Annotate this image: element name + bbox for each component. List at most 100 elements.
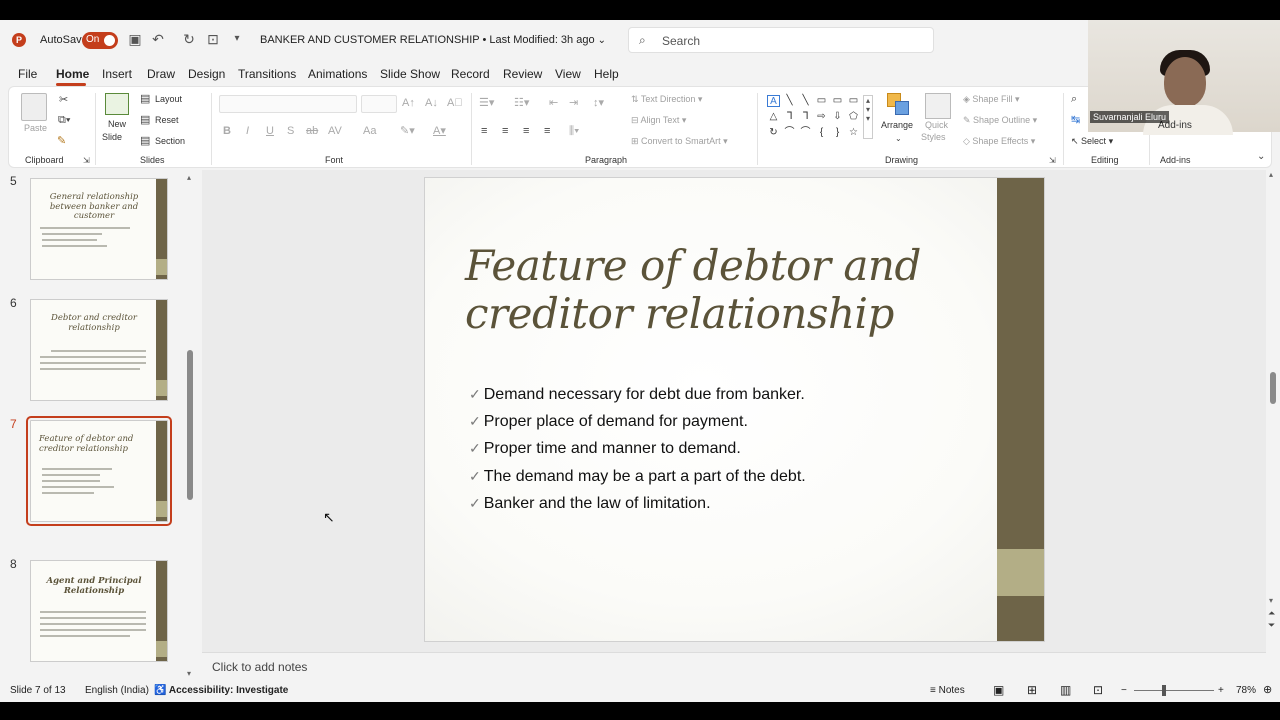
- textbox-shape-icon[interactable]: A: [767, 95, 780, 107]
- arrow-line-shape-icon[interactable]: ╲: [799, 95, 812, 107]
- increase-font-icon[interactable]: A↑: [402, 97, 415, 109]
- new-slide-label[interactable]: New: [108, 119, 126, 129]
- decrease-font-icon[interactable]: A↓: [425, 97, 438, 109]
- align-text-button[interactable]: ⊟ Align Text ▾: [631, 115, 686, 126]
- font-name-combobox[interactable]: [219, 95, 357, 113]
- next-slide-icon[interactable]: ⏷: [1268, 620, 1275, 631]
- replace-icon[interactable]: ↹: [1071, 114, 1080, 126]
- connector-shape-icon[interactable]: ᒣ: [783, 111, 796, 123]
- pane-scroll-up-icon[interactable]: ▴: [187, 172, 191, 184]
- dialog-launcher-icon[interactable]: ⇲: [83, 155, 90, 167]
- italic-button[interactable]: I: [246, 125, 249, 137]
- search-box[interactable]: ⌕ Search: [628, 27, 934, 53]
- callout-shape-icon[interactable]: ⬠: [847, 111, 860, 123]
- collapse-ribbon-icon[interactable]: ⌄: [1257, 151, 1265, 163]
- scroll-down-icon[interactable]: ▾: [1269, 596, 1273, 605]
- normal-view-icon[interactable]: ▣: [993, 683, 1004, 697]
- strikethrough-button[interactable]: ab: [306, 125, 318, 137]
- paste-icon[interactable]: [21, 93, 47, 121]
- slide-title[interactable]: Feature of debtor and creditor relations…: [465, 242, 985, 338]
- right-arrow-shape-icon[interactable]: ⇨: [815, 111, 828, 123]
- zoom-in-icon[interactable]: +: [1218, 685, 1224, 696]
- drawing-dialog-launcher-icon[interactable]: ⇲: [1049, 155, 1056, 167]
- autosave-toggle[interactable]: On: [82, 32, 118, 49]
- canvas-scroll-thumb[interactable]: [1270, 372, 1276, 404]
- text-direction-button[interactable]: ⇅ Text Direction ▾: [631, 94, 702, 105]
- pane-scroll-thumb[interactable]: [187, 350, 193, 500]
- font-size-combobox[interactable]: [361, 95, 397, 113]
- canvas-vertical-scrollbar[interactable]: ▴ ▾ ⏶ ⏷: [1266, 170, 1280, 652]
- pane-scrollbar[interactable]: [187, 194, 193, 678]
- present-icon[interactable]: ⊡: [205, 31, 221, 47]
- align-center-icon[interactable]: ≡: [502, 125, 508, 137]
- tab-insert[interactable]: Insert: [102, 67, 132, 81]
- save-icon[interactable]: ▣: [127, 31, 143, 47]
- font-color-icon[interactable]: A▾: [433, 125, 446, 137]
- tab-animations[interactable]: Animations: [308, 67, 367, 81]
- new-slide-label-2[interactable]: Slide: [102, 132, 122, 142]
- current-slide[interactable]: Feature of debtor and creditor relations…: [424, 177, 1045, 642]
- accessibility-status[interactable]: ♿ Accessibility: Investigate: [154, 685, 288, 696]
- zoom-slider[interactable]: [1134, 690, 1214, 691]
- fit-to-window-icon[interactable]: ⊕: [1263, 683, 1272, 696]
- curve-shape-icon[interactable]: ↻: [767, 127, 780, 139]
- slideshow-view-icon[interactable]: ⊡: [1093, 683, 1103, 697]
- notes-pane[interactable]: Click to add notes: [202, 652, 1266, 680]
- zoom-out-icon[interactable]: −: [1121, 685, 1127, 696]
- align-right-icon[interactable]: ≡: [523, 125, 529, 137]
- tab-home[interactable]: Home: [56, 67, 89, 81]
- slide-thumbnail-5[interactable]: General relationship between banker and …: [30, 178, 168, 280]
- cut-icon[interactable]: ✂: [59, 94, 68, 106]
- tab-slide-show[interactable]: Slide Show: [380, 67, 440, 81]
- tab-design[interactable]: Design: [188, 67, 225, 81]
- zoom-level[interactable]: 78%: [1236, 685, 1256, 696]
- increase-indent-icon[interactable]: ⇥: [569, 97, 578, 109]
- redo-icon[interactable]: ↻: [181, 31, 197, 47]
- triangle-shape-icon[interactable]: △: [767, 111, 780, 123]
- slide-bullet-list[interactable]: ✓ Demand necessary for debt due from bank…: [469, 381, 806, 517]
- brace-left-shape-icon[interactable]: {: [815, 127, 828, 139]
- clear-formatting-icon[interactable]: A⃠: [447, 97, 463, 109]
- justify-icon[interactable]: ≡: [544, 125, 550, 137]
- shapes-gallery[interactable]: A ╲ ╲ ▭ ▭ ▭ △ ᒣ ᒣ ⇨ ⇩ ⬠ ↻ ⌒ ⌒ { } ☆ ▴ ▾ ▾: [765, 93, 875, 141]
- copy-icon[interactable]: ⧉▾: [58, 114, 70, 126]
- down-arrow-shape-icon[interactable]: ⇩: [831, 111, 844, 123]
- character-spacing-button[interactable]: AV: [328, 125, 342, 137]
- layout-button[interactable]: Layout: [155, 94, 182, 104]
- shapes-more-icon[interactable]: ▴ ▾ ▾: [863, 95, 873, 139]
- undo-icon[interactable]: ↶: [150, 31, 166, 47]
- line-spacing-icon[interactable]: ↕▾: [593, 97, 604, 109]
- brace-right-shape-icon[interactable]: }: [831, 127, 844, 139]
- tab-file[interactable]: File: [18, 67, 37, 81]
- rectangle-shape-icon[interactable]: ▭: [815, 95, 828, 107]
- underline-button[interactable]: U: [266, 125, 274, 137]
- elbow-shape-icon[interactable]: ᒣ: [799, 111, 812, 123]
- shape-effects-button[interactable]: ◇ Shape Effects ▾: [963, 136, 1035, 147]
- slide-sorter-icon[interactable]: ⊞: [1027, 683, 1037, 697]
- new-slide-icon[interactable]: [105, 93, 129, 115]
- convert-smartart-button[interactable]: ⊞ Convert to SmartArt ▾: [631, 136, 728, 147]
- shape-outline-button[interactable]: ✎ Shape Outline ▾: [963, 115, 1037, 126]
- tab-record[interactable]: Record: [451, 67, 490, 81]
- tab-view[interactable]: View: [555, 67, 581, 81]
- section-button[interactable]: Section: [155, 136, 185, 146]
- line-shape-icon[interactable]: ╲: [783, 95, 796, 107]
- freeform-shape-icon[interactable]: ⌒: [799, 127, 812, 139]
- scroll-up-icon[interactable]: ▴: [1269, 170, 1273, 179]
- highlight-icon[interactable]: ✎▾: [400, 125, 415, 137]
- tab-review[interactable]: Review: [503, 67, 542, 81]
- document-title[interactable]: BANKER AND CUSTOMER RELATIONSHIP • Last …: [260, 34, 606, 46]
- quick-styles-icon[interactable]: [925, 93, 951, 119]
- quick-styles-label[interactable]: Quick: [925, 120, 948, 130]
- arc-shape-icon[interactable]: ⌒: [783, 127, 796, 139]
- oval-shape-icon[interactable]: ▭: [831, 95, 844, 107]
- arrange-icon[interactable]: [887, 93, 911, 117]
- star-shape-icon[interactable]: ☆: [847, 127, 860, 139]
- decrease-indent-icon[interactable]: ⇤: [549, 97, 558, 109]
- shape-fill-button[interactable]: ◈ Shape Fill ▾: [963, 94, 1019, 105]
- language-indicator[interactable]: English (India): [85, 685, 149, 696]
- tab-help[interactable]: Help: [594, 67, 619, 81]
- arrange-button[interactable]: Arrange: [881, 120, 913, 130]
- tab-transitions[interactable]: Transitions: [238, 67, 296, 81]
- notes-toggle-button[interactable]: ≡ Notes: [930, 685, 965, 696]
